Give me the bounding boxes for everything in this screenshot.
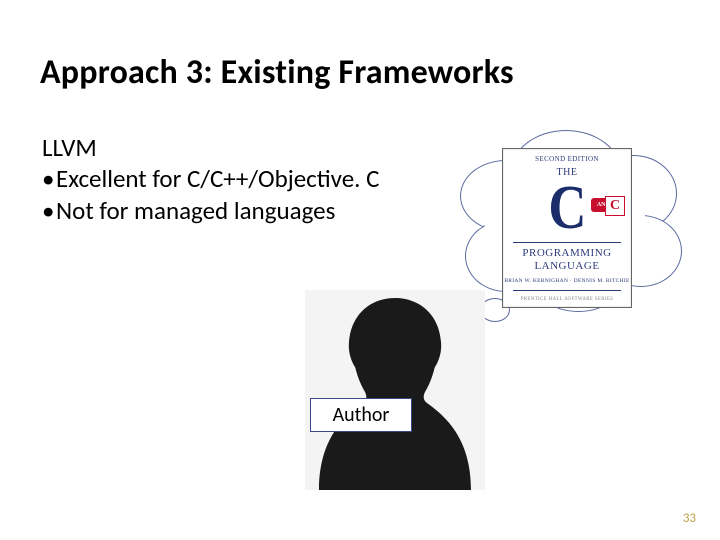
bullet-text: Excellent for C/C++/Objective. C — [56, 163, 379, 194]
slide-title: Approach 3: Existing Frameworks — [40, 52, 514, 93]
bullet-item: •Not for managed languages — [42, 195, 379, 226]
book-publisher: PRENTICE HALL SOFTWARE SERIES — [503, 297, 631, 302]
slide: Approach 3: Existing Frameworks LLVM •Ex… — [0, 0, 720, 540]
author-label: Author — [333, 403, 390, 427]
slide-body: LLVM •Excellent for C/C++/Objective. C •… — [42, 132, 379, 226]
book-title-line1: PROGRAMMING — [503, 247, 631, 260]
person-silhouette-icon — [305, 290, 485, 490]
body-heading: LLVM — [42, 132, 379, 163]
bullet-text: Not for managed languages — [56, 195, 335, 226]
book-big-letter: C — [548, 180, 586, 236]
author-label-box: Author — [310, 398, 412, 432]
book-authors: BRIAN W. KERNIGHAN · DENNIS M. RITCHIE — [503, 278, 631, 284]
page-number: 33 — [683, 511, 696, 526]
ansi-c-box: C — [605, 196, 625, 216]
bullet-item: •Excellent for C/C++/Objective. C — [42, 163, 379, 194]
book-title-line2: LANGUAGE — [503, 260, 631, 273]
book-edition: SECOND EDITION — [503, 155, 631, 163]
book-cover: SECOND EDITION THE C ANSI C PROGRAMMING … — [502, 148, 632, 308]
